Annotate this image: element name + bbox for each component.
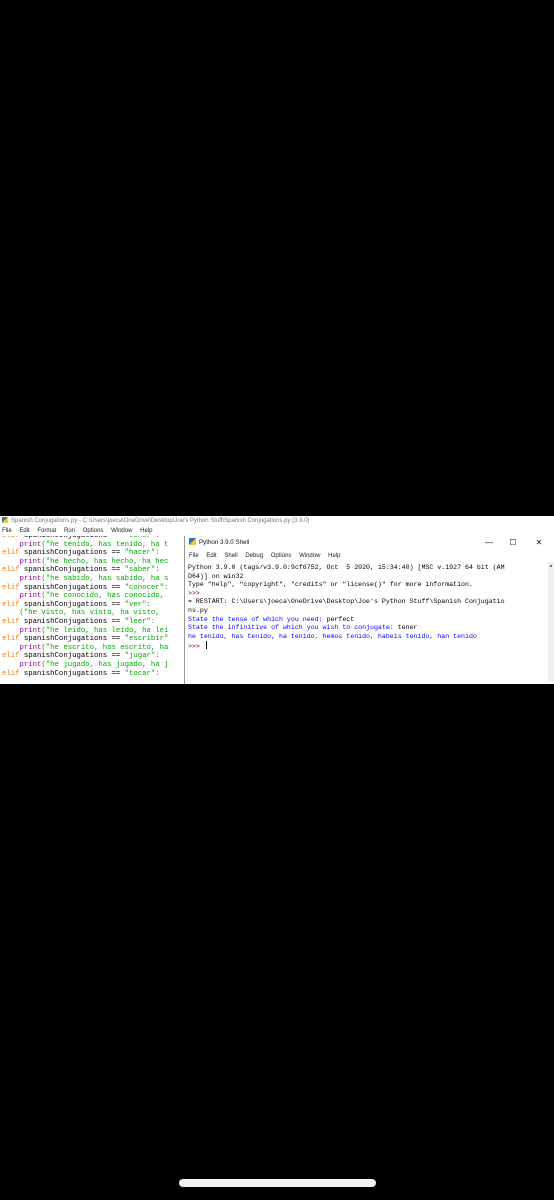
maximize-button[interactable]: ☐ bbox=[503, 536, 523, 550]
code-line: elif spanishConjugations == "conocer": bbox=[2, 583, 169, 592]
python-file-icon bbox=[2, 517, 8, 523]
editor-menu-window[interactable]: Window bbox=[111, 528, 132, 534]
shell-window: Python 3.9.0 Shell — ☐ ✕ File Edit Shell… bbox=[184, 536, 554, 684]
editor-menu-file[interactable]: File bbox=[2, 528, 12, 534]
editor-menu-edit[interactable]: Edit bbox=[19, 528, 29, 534]
python-shell-icon bbox=[189, 538, 196, 545]
shell-line: Type "help", "copyright", "credits" or "… bbox=[188, 581, 473, 589]
shell-menu-shell[interactable]: Shell bbox=[224, 553, 237, 559]
code-line: print("he conocido, has conocido, bbox=[19, 592, 165, 601]
user-input-text: tener bbox=[397, 624, 418, 632]
desktop-screenshot: Spanish Conjugations.py - C:\Users\joeca… bbox=[0, 516, 554, 684]
code-line: print("he sabido, has sabido, ha s bbox=[19, 575, 169, 583]
code-line: elif spanishConjugations == "escribir" bbox=[2, 635, 169, 644]
editor-menu-help[interactable]: Help bbox=[140, 528, 152, 534]
code-line: print("he escrito, has escrito, ha bbox=[19, 643, 169, 652]
shell-line: State the infinitive of which you wish t… bbox=[188, 624, 418, 632]
code-line: elif spanishConjugations == "leer": bbox=[2, 618, 156, 626]
editor-menu-options[interactable]: Options bbox=[83, 528, 104, 534]
editor-code-area[interactable]: elif spanishConjugations == "tener": pri… bbox=[0, 536, 184, 684]
code-line: elif spanishConjugations == "tocar": bbox=[2, 669, 160, 678]
scroll-up-arrow-icon[interactable]: ▲ bbox=[548, 563, 554, 569]
editor-menu-format[interactable]: Format bbox=[37, 528, 56, 534]
shell-line: ns.py bbox=[188, 607, 208, 614]
editor-menu-run[interactable]: Run bbox=[64, 528, 75, 534]
shell-title: Python 3.9.0 Shell bbox=[199, 539, 250, 546]
shell-line: State the tense of which you need: perfe… bbox=[188, 615, 355, 623]
code-line: print("he hecho, has hecho, ha hec bbox=[19, 557, 169, 566]
code-line: elif spanishConjugations == "jugar": bbox=[2, 652, 160, 661]
code-line: print("he leido, has leido, ha lei bbox=[19, 626, 169, 635]
code-line: elif spanishConjugations == "saber": bbox=[2, 566, 160, 575]
shell-line: >>> bbox=[188, 641, 207, 652]
editor-menu-bar: File Edit Format Run Options Window Help bbox=[2, 526, 182, 536]
shell-menu-debug[interactable]: Debug bbox=[245, 553, 263, 559]
shell-menu-help[interactable]: Help bbox=[328, 553, 340, 559]
close-button[interactable]: ✕ bbox=[529, 536, 549, 550]
editor-title-bar: Spanish Conjugations.py - C:\Users\joeca… bbox=[0, 516, 554, 526]
code-line: elif spanishConjugations == "hacer": bbox=[2, 549, 160, 558]
shell-line: he tenido, has tenido, ha tenido, hemos … bbox=[188, 632, 477, 640]
shell-line: >>> bbox=[188, 589, 200, 597]
shell-menu-window[interactable]: Window bbox=[299, 553, 320, 559]
shell-line: D64)] on win32 bbox=[188, 572, 244, 580]
minimize-button[interactable]: — bbox=[479, 536, 499, 550]
shell-menu-edit[interactable]: Edit bbox=[206, 553, 216, 559]
user-input-text: perfect bbox=[326, 615, 355, 623]
shell-output-area[interactable]: Python 3.9.0 (tags/v3.9.0:9cf6752, Oct 5… bbox=[185, 562, 554, 684]
editor-title: Spanish Conjugations.py - C:\Users\joeca… bbox=[11, 518, 310, 524]
code-line: ("he visto, has visto, ha visto, bbox=[19, 609, 160, 618]
code-line: print("he jugado, has jugado, ha j bbox=[19, 661, 169, 669]
text-cursor bbox=[205, 641, 207, 650]
shell-menu-bar: File Edit Shell Debug Options Window Hel… bbox=[189, 551, 346, 561]
shell-line: Python 3.9.0 (tags/v3.9.0:9cf6752, Oct 5… bbox=[188, 564, 505, 571]
home-indicator[interactable] bbox=[179, 1179, 376, 1187]
shell-scrollbar[interactable] bbox=[548, 562, 554, 682]
shell-menu-options[interactable]: Options bbox=[271, 553, 292, 559]
code-line: print("he tenido, has tenido, ha t bbox=[19, 540, 169, 549]
code-line: elif spanishConjugations == "ver": bbox=[2, 600, 151, 609]
shell-line: = RESTART: C:\Users\joeca\OneDrive\Deskt… bbox=[188, 598, 505, 606]
shell-menu-file[interactable]: File bbox=[189, 553, 199, 559]
